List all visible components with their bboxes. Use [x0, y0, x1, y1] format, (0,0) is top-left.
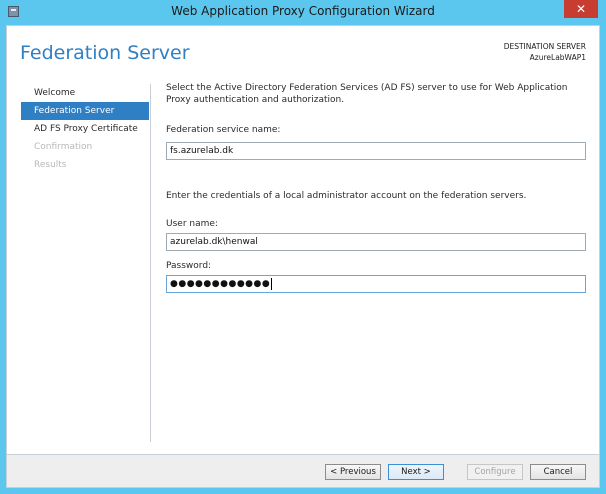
previous-button[interactable]: < Previous — [325, 464, 381, 480]
password-input[interactable]: ●●●●●●●●●●●● — [166, 275, 586, 293]
federation-service-label: Federation service name: — [166, 125, 281, 135]
destination-server-name: AzureLabWAP1 — [529, 53, 586, 62]
password-label: Password: — [166, 261, 212, 271]
title-bar[interactable]: Web Application Proxy Configuration Wiza… — [0, 0, 606, 25]
next-button[interactable]: Next > — [388, 464, 444, 480]
button-bar: < Previous Next > Configure Cancel — [6, 455, 600, 488]
wizard-step-nav: Welcome Federation Server AD FS Proxy Ce… — [21, 84, 149, 174]
nav-divider — [150, 84, 151, 442]
nav-item-welcome[interactable]: Welcome — [21, 84, 149, 102]
wizard-client-area: Federation Server DESTINATION SERVER Azu… — [6, 25, 600, 455]
close-button[interactable]: ✕ — [564, 0, 598, 18]
text-caret — [271, 277, 273, 290]
federation-service-value: fs.azurelab.dk — [170, 146, 234, 156]
nav-item-results: Results — [34, 160, 67, 170]
username-value: azurelab.dk\henwal — [170, 237, 258, 247]
close-icon: ✕ — [575, 2, 587, 16]
federation-service-input[interactable]: fs.azurelab.dk — [166, 142, 586, 160]
password-value: ●●●●●●●●●●●● — [170, 279, 271, 289]
nav-item-adfs-proxy-certificate[interactable]: AD FS Proxy Certificate — [21, 120, 149, 138]
window-title: Web Application Proxy Configuration Wiza… — [171, 4, 435, 18]
username-label: User name: — [166, 219, 218, 229]
destination-server-info: DESTINATION SERVER AzureLabWAP1 — [504, 41, 586, 63]
credentials-text: Enter the credentials of a local adminis… — [166, 191, 527, 201]
destination-server-label: DESTINATION SERVER — [503, 42, 586, 51]
page-title: Federation Server — [20, 42, 190, 64]
configure-button: Configure — [467, 464, 523, 480]
cancel-button[interactable]: Cancel — [530, 464, 586, 480]
nav-item-confirmation: Confirmation — [34, 142, 93, 152]
nav-item-federation-server[interactable]: Federation Server — [21, 102, 149, 120]
username-input[interactable]: azurelab.dk\henwal — [166, 233, 586, 251]
main-content: Select the Active Directory Federation S… — [166, 82, 588, 293]
description-text: Select the Active Directory Federation S… — [166, 83, 568, 105]
